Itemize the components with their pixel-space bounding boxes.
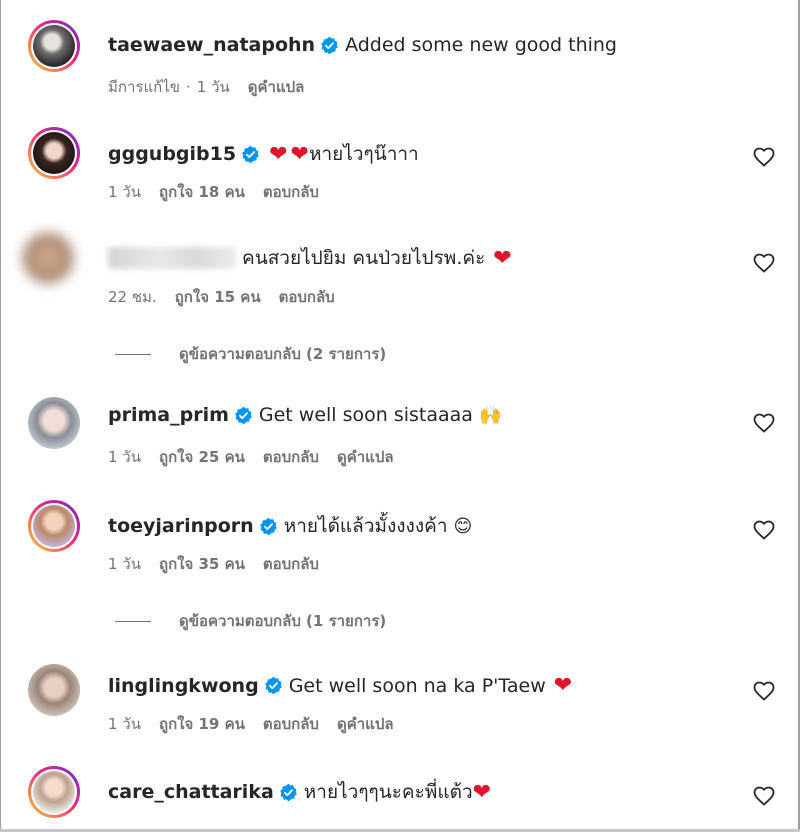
red-heart-emoji: ❤ xyxy=(472,779,492,805)
red-heart-emoji: ❤ xyxy=(269,141,288,167)
verified-badge-icon xyxy=(241,145,260,164)
red-heart-emoji: ❤ xyxy=(553,673,573,698)
likes-count[interactable]: ถูกใจ 25 คน xyxy=(159,445,245,469)
reply-link[interactable]: ตอบกลับ xyxy=(279,285,335,309)
comment-text: คนสวยไปยิม คนป่วยไปรพ.ค่ะ xyxy=(242,247,486,269)
avatar[interactable] xyxy=(28,397,80,449)
comment-time[interactable]: 22 ชม. xyxy=(108,285,157,309)
view-replies-label: ดูข้อความตอบกลับ (2 รายการ) xyxy=(179,345,387,363)
window-left-border xyxy=(0,0,1,832)
comment-text: หายไวๆน๊าาา xyxy=(308,143,419,165)
separator-dot: · xyxy=(186,78,191,96)
heart-outline-icon[interactable] xyxy=(752,518,776,542)
view-replies-button[interactable]: ดูข้อความตอบกลับ (2 รายการ) xyxy=(115,342,386,366)
comment-time[interactable]: 1 วัน xyxy=(108,712,141,736)
divider-line xyxy=(115,353,151,355)
comment-time[interactable]: 1 วัน xyxy=(108,180,141,204)
edited-label: มีการแก้ไข xyxy=(108,78,180,96)
divider-line xyxy=(115,620,151,622)
verified-badge-icon xyxy=(264,676,283,695)
username-blurred[interactable] xyxy=(108,247,236,269)
avatar[interactable] xyxy=(28,766,80,818)
comment-text: Get well soon na ka P'Taew xyxy=(288,674,546,697)
translate-link[interactable]: ดูคำแปล xyxy=(248,75,305,99)
username[interactable]: linglingkwong xyxy=(108,675,259,697)
username[interactable]: taewaew_natapohn xyxy=(108,34,315,56)
red-heart-emoji: ❤ xyxy=(290,141,309,167)
translate-link[interactable]: ดูคำแปล xyxy=(337,712,394,736)
reply-link[interactable]: ตอบกลับ xyxy=(263,180,319,204)
heart-outline-icon[interactable] xyxy=(752,411,776,435)
raising-hands-emoji: 🙌 xyxy=(478,404,502,426)
likes-count[interactable]: ถูกใจ 15 คน xyxy=(175,285,261,309)
comment-text: หายได้แล้วมั้งงงงค้า xyxy=(283,515,448,537)
likes-count[interactable]: ถูกใจ 35 คน xyxy=(159,552,245,576)
comment-time[interactable]: 1 วัน xyxy=(108,445,141,469)
avatar[interactable] xyxy=(28,500,80,552)
comment-text: Added some new good thing xyxy=(345,34,617,56)
verified-badge-icon xyxy=(279,783,298,802)
username[interactable]: gggubgib15 xyxy=(108,143,236,165)
red-heart-emoji: ❤ xyxy=(493,245,512,271)
likes-count[interactable]: ถูกใจ 19 คน xyxy=(159,712,245,736)
avatar[interactable] xyxy=(28,20,80,72)
username[interactable]: prima_prim xyxy=(108,404,229,426)
avatar[interactable] xyxy=(28,127,80,179)
smiling-face-emoji: 😊 xyxy=(453,515,473,537)
reply-link[interactable]: ตอบกลับ xyxy=(263,445,319,469)
comment-time[interactable]: 1 วัน xyxy=(108,552,141,576)
verified-badge-icon xyxy=(259,517,278,536)
heart-outline-icon[interactable] xyxy=(752,145,776,169)
avatar[interactable] xyxy=(22,232,74,284)
comment-text: Get well soon sistaaaa xyxy=(258,404,473,426)
avatar[interactable] xyxy=(28,664,80,716)
username[interactable]: toeyjarinporn xyxy=(108,515,254,537)
comment-time[interactable]: 1 วัน xyxy=(197,75,230,99)
heart-outline-icon[interactable] xyxy=(752,251,776,275)
username[interactable]: care_chattarika xyxy=(108,781,274,803)
reply-link[interactable]: ตอบกลับ xyxy=(263,552,319,576)
translate-link[interactable]: ดูคำแปล xyxy=(337,445,394,469)
heart-outline-icon[interactable] xyxy=(752,679,776,703)
view-replies-label: ดูข้อความตอบกลับ (1 รายการ) xyxy=(179,612,387,630)
verified-badge-icon xyxy=(320,36,339,55)
view-replies-button[interactable]: ดูข้อความตอบกลับ (1 รายการ) xyxy=(115,609,386,633)
verified-badge-icon xyxy=(234,406,253,425)
likes-count[interactable]: ถูกใจ 18 คน xyxy=(159,180,245,204)
heart-outline-icon[interactable] xyxy=(752,784,776,808)
reply-link[interactable]: ตอบกลับ xyxy=(263,712,319,736)
comment-text: หายไวๆๆนะคะพี่แต้ว xyxy=(303,781,473,803)
